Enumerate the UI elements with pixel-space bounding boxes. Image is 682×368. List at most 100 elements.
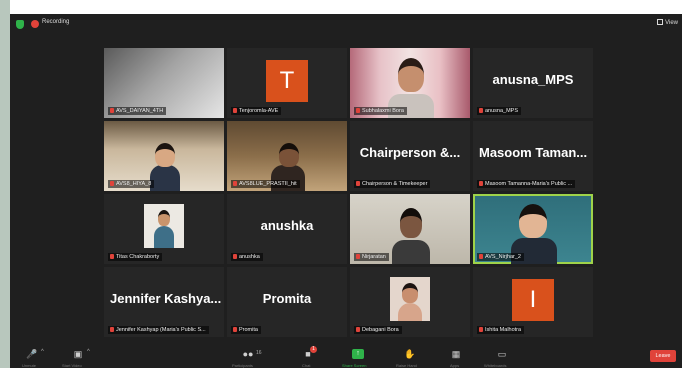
participant-tile[interactable]: Debagani Bora <box>350 267 470 337</box>
person-torso <box>150 165 180 191</box>
participant-display-name: anushka <box>260 218 314 233</box>
whiteboards-label: Whiteboards <box>484 363 507 368</box>
top-bar: Recording View <box>10 14 682 34</box>
participant-label: Subhalaxmi Bora <box>354 107 407 115</box>
raise-hand-icon: ✋ <box>404 349 416 359</box>
small-video-frame <box>144 204 184 248</box>
recording-label: Recording <box>42 19 70 25</box>
muted-mic-icon <box>479 108 483 113</box>
person-head <box>400 208 422 238</box>
share-screen-label: Share Screen <box>342 363 367 368</box>
participant-tile[interactable]: Subhalaxmi Bora <box>350 48 470 118</box>
participant-tile[interactable]: T Tenjoromla-AVE <box>227 48 347 118</box>
microphone-muted-icon: 🎤 <box>26 349 38 359</box>
avatar: T <box>266 60 308 102</box>
person-head <box>519 204 547 238</box>
unmute-button[interactable]: 🎤 ^ <box>26 349 43 359</box>
muted-mic-icon <box>110 181 114 186</box>
muted-mic-icon <box>356 327 360 332</box>
participant-label: AVS_DAIYAN_4TH <box>108 107 167 115</box>
muted-mic-icon <box>479 254 483 259</box>
unmute-label: Unmute <box>22 363 37 368</box>
participant-label: Titas Chakraborty <box>108 253 163 261</box>
participant-tile[interactable]: Chairperson &... Chairperson & Timekeepe… <box>350 121 470 191</box>
participant-display-name: Promita <box>262 291 312 306</box>
video-camera-off-icon: ▣ <box>73 349 83 359</box>
participant-tile[interactable]: anushka anushka <box>227 194 347 264</box>
left-margin-strip <box>0 0 10 368</box>
security-shield-icon[interactable] <box>16 20 24 29</box>
person-head <box>279 143 299 167</box>
person-head <box>398 58 424 92</box>
participant-tile[interactable]: Jennifer Kashya... Jennifer Kashyap (Mar… <box>104 267 224 337</box>
participant-display-name: anusna_MPS <box>492 72 574 87</box>
small-video-frame <box>390 277 430 321</box>
leave-button[interactable]: Leave <box>650 350 676 362</box>
participant-tile[interactable]: Masoom Taman... Masoom Tamanna-Maria's P… <box>473 121 593 191</box>
participants-button[interactable]: ●● 16 <box>242 349 262 359</box>
muted-mic-icon <box>110 327 114 332</box>
participant-label: AVS8_HIYA_8 <box>108 180 155 188</box>
participant-label: Masoom Tamanna-Maria's Public ... <box>477 180 576 188</box>
view-button[interactable]: View <box>657 19 678 26</box>
participant-label: anusna_MPS <box>477 107 522 115</box>
participant-tile[interactable]: Nirjaratan <box>350 194 470 264</box>
share-screen-button[interactable]: ↑ <box>352 349 364 359</box>
muted-mic-icon <box>479 181 483 186</box>
gallery-grid: AVS_DAIYAN_4TH T Tenjoromla-AVE Subhalax… <box>104 48 594 338</box>
apps-button[interactable]: ▦ <box>450 349 462 359</box>
muted-mic-icon <box>110 254 114 259</box>
muted-mic-icon <box>233 327 237 332</box>
muted-mic-icon <box>356 108 360 113</box>
participant-tile[interactable]: Titas Chakraborty <box>104 194 224 264</box>
chat-unread-badge: 1 <box>310 346 317 353</box>
participant-label: Promita <box>231 326 261 334</box>
apps-icon: ▦ <box>451 349 461 359</box>
participant-display-name: Masoom Taman... <box>479 145 588 160</box>
participant-tile[interactable]: Promita Promita <box>227 267 347 337</box>
participant-tile[interactable]: I Ishita Malhotra <box>473 267 593 337</box>
participants-label: Participants <box>232 363 253 368</box>
muted-mic-icon <box>356 181 360 186</box>
person-head <box>155 143 175 167</box>
participant-label: Jennifer Kashyap (Maria's Public S... <box>108 326 209 334</box>
person-torso <box>392 240 430 264</box>
participant-tile[interactable]: anusna_MPS anusna_MPS <box>473 48 593 118</box>
start-video-label: Start Video <box>62 363 82 368</box>
participant-label: AVS8LUE_PRASTII_hit <box>231 180 300 188</box>
muted-mic-icon <box>233 254 237 259</box>
muted-mic-icon <box>479 327 483 332</box>
chat-button[interactable]: ■ 1 <box>302 346 317 359</box>
participant-tile[interactable]: AVS_DAIYAN_4TH <box>104 48 224 118</box>
participants-count: 16 <box>256 350 262 356</box>
raise-hand-button[interactable]: ✋ <box>404 349 416 359</box>
whiteboards-button[interactable]: ▭ <box>496 349 508 359</box>
participant-label: Ishita Malhotra <box>477 326 525 334</box>
view-label: View <box>665 20 678 26</box>
apps-label: Apps <box>450 363 460 368</box>
participant-label: Tenjoromla-AVE <box>231 107 282 115</box>
zoom-meeting-window: Recording View AVS_DAIYAN_4TH T Tenjorom… <box>10 14 682 368</box>
participant-tile[interactable]: AVS8LUE_PRASTII_hit <box>227 121 347 191</box>
whiteboard-icon: ▭ <box>497 349 507 359</box>
participant-label: AVS_Nirjhar_2 <box>477 253 524 261</box>
muted-mic-icon <box>110 108 114 113</box>
participant-tile[interactable]: AVS8_HIYA_8 <box>104 121 224 191</box>
person-head <box>402 283 418 303</box>
chevron-up-icon[interactable]: ^ <box>87 349 90 355</box>
muted-mic-icon <box>356 254 360 259</box>
raise-hand-label: Raise Hand <box>396 363 417 368</box>
participant-label: Chairperson & Timekeeper <box>354 180 431 188</box>
participant-tile-active-speaker[interactable]: AVS_Nirjhar_2 <box>473 194 593 264</box>
muted-mic-icon <box>233 181 237 186</box>
participants-icon: ●● <box>242 349 254 359</box>
person-torso <box>154 226 174 248</box>
start-video-button[interactable]: ▣ ^ <box>72 349 90 359</box>
person-head <box>158 210 170 226</box>
chevron-up-icon[interactable]: ^ <box>41 349 44 355</box>
participant-label: Nirjaratan <box>354 253 389 261</box>
participant-label: anushka <box>231 253 263 261</box>
chat-label: Chat <box>302 363 311 368</box>
participant-display-name: Jennifer Kashya... <box>110 291 222 306</box>
avatar: I <box>512 279 554 321</box>
